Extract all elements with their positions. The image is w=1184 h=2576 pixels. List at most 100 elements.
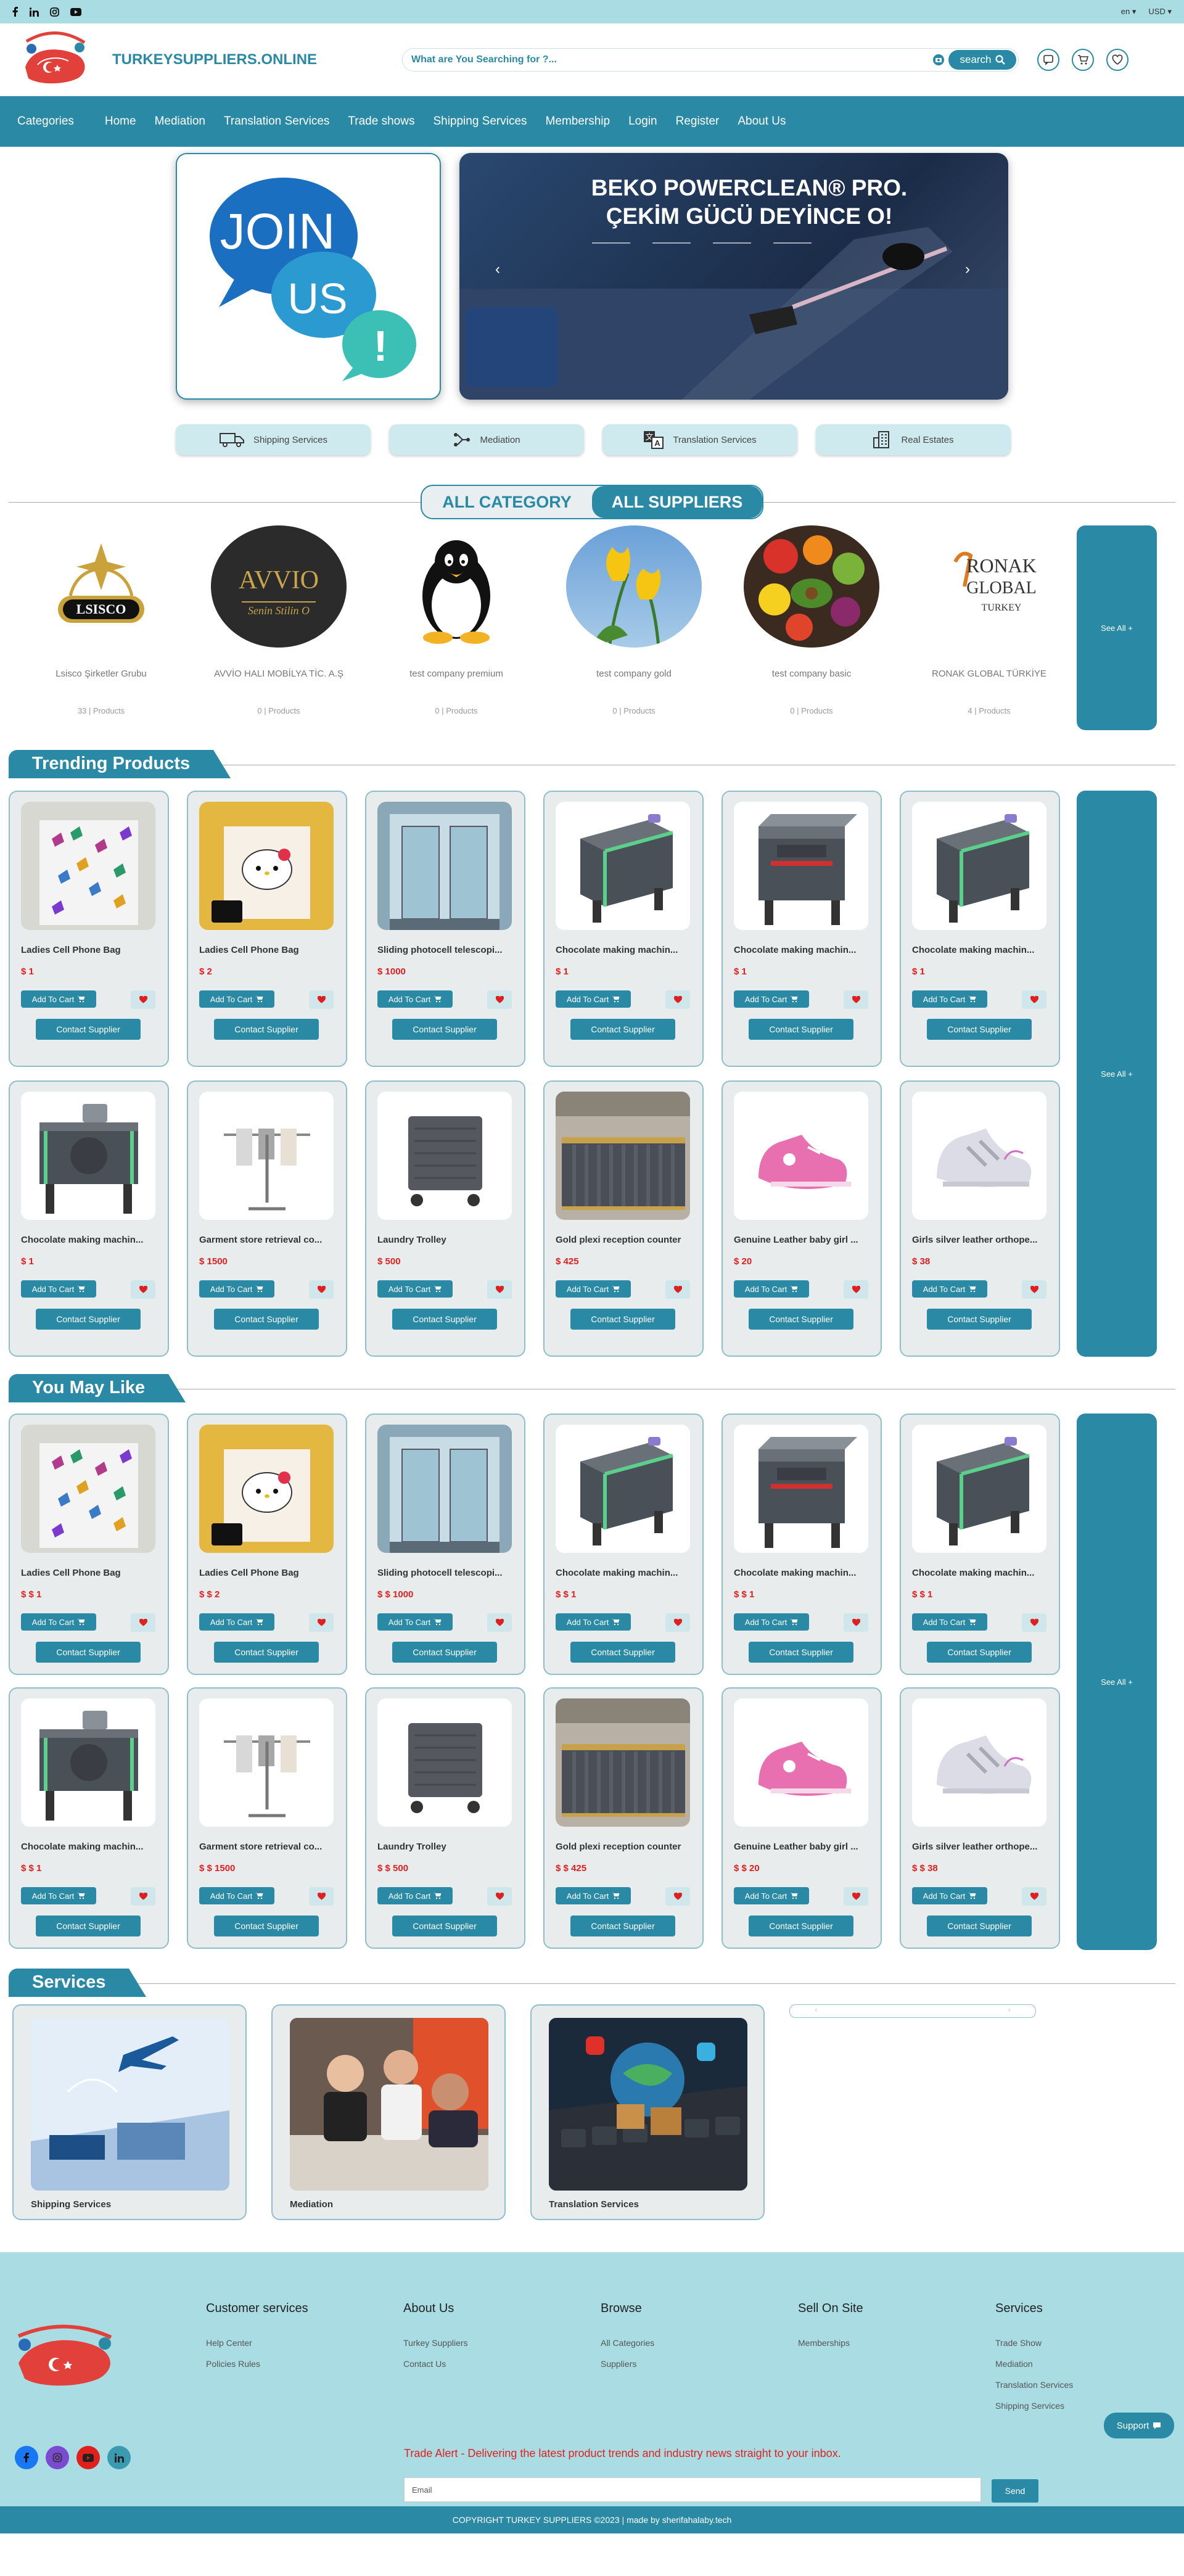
product-card[interactable]: Ladies Cell Phone Bag $ 1 Add To Cart Conta… xyxy=(9,791,169,1067)
product-card[interactable]: Chocolate making machin... $ $ 1 Add To Ca… xyxy=(543,1414,704,1675)
product-card[interactable]: Garment store retrieval co... $ 1500 Add T… xyxy=(187,1080,347,1357)
quick-real-estates-button[interactable]: Real Estates xyxy=(816,424,1011,455)
supplier-card[interactable]: test company gold 0 | Products xyxy=(545,525,723,733)
add-to-wishlist-button[interactable] xyxy=(131,990,155,1009)
product-card[interactable]: Gold plexi reception counter $ 425 Add To … xyxy=(543,1080,704,1357)
search-input[interactable] xyxy=(411,54,932,65)
nav-translation-services[interactable]: Translation Services xyxy=(224,115,329,128)
see-all-trending-button[interactable]: See All + xyxy=(1077,791,1157,1357)
product-name[interactable]: Girls silver leather orthope... xyxy=(912,1235,1046,1245)
add-to-cart-button[interactable]: Add To Cart xyxy=(556,1613,631,1631)
contact-supplier-button[interactable]: Contact Supplier xyxy=(749,1019,853,1040)
add-to-cart-button[interactable]: Add To Cart xyxy=(377,1613,453,1631)
product-card[interactable]: Ladies Cell Phone Bag $ $ 1 Add To Cart Con… xyxy=(9,1414,169,1675)
product-card[interactable]: Gold plexi reception counter $ $ 425 Add T… xyxy=(543,1687,704,1949)
contact-supplier-button[interactable]: Contact Supplier xyxy=(570,1916,675,1936)
footer-link-all-categories[interactable]: All Categories xyxy=(601,2338,798,2348)
add-to-cart-button[interactable]: Add To Cart xyxy=(734,990,809,1008)
add-to-wishlist-button[interactable] xyxy=(844,1613,868,1632)
contact-supplier-button[interactable]: Contact Supplier xyxy=(214,1916,319,1936)
add-to-wishlist-button[interactable] xyxy=(665,1613,690,1632)
contact-supplier-button[interactable]: Contact Supplier xyxy=(36,1916,141,1936)
product-card[interactable]: Ladies Cell Phone Bag $ 2 Add To Cart Conta… xyxy=(187,791,347,1067)
product-image[interactable] xyxy=(21,1698,155,1827)
product-name[interactable]: Laundry Trolley xyxy=(377,1235,512,1245)
contact-supplier-button[interactable]: Contact Supplier xyxy=(36,1642,141,1663)
product-name[interactable]: Chocolate making machin... xyxy=(912,1568,1046,1578)
add-to-wishlist-button[interactable] xyxy=(131,1280,155,1299)
add-to-cart-button[interactable]: Add To Cart xyxy=(199,1887,274,1904)
product-card[interactable]: Laundry Trolley $ $ 500 Add To Cart Contact… xyxy=(365,1687,525,1949)
product-card[interactable]: Ladies Cell Phone Bag $ $ 2 Add To Cart Con… xyxy=(187,1414,347,1675)
services-slider-control[interactable]: ‹ › xyxy=(789,2004,1036,2018)
contact-supplier-button[interactable]: Contact Supplier xyxy=(570,1309,675,1330)
add-to-wishlist-button[interactable] xyxy=(487,1280,512,1299)
add-to-cart-button[interactable]: Add To Cart xyxy=(199,1613,274,1631)
add-to-cart-button[interactable]: Add To Cart xyxy=(912,1280,987,1298)
product-image[interactable] xyxy=(912,1698,1046,1827)
product-image[interactable] xyxy=(377,1698,512,1827)
contact-supplier-button[interactable]: Contact Supplier xyxy=(392,1309,497,1330)
currency-select[interactable]: USD ▾ xyxy=(1148,7,1172,17)
add-to-cart-button[interactable]: Add To Cart xyxy=(21,990,96,1008)
add-to-wishlist-button[interactable] xyxy=(309,1280,334,1299)
product-image[interactable] xyxy=(912,802,1046,930)
messages-icon[interactable] xyxy=(1037,48,1059,71)
product-image[interactable] xyxy=(734,1092,868,1220)
wishlist-heart-icon[interactable] xyxy=(1106,48,1128,71)
footer-link-contact-us[interactable]: Contact Us xyxy=(403,2359,601,2369)
nav-register[interactable]: Register xyxy=(676,115,720,128)
add-to-wishlist-button[interactable] xyxy=(487,990,512,1009)
product-name[interactable]: Ladies Cell Phone Bag xyxy=(21,945,155,955)
add-to-wishlist-button[interactable] xyxy=(487,1887,512,1906)
product-name[interactable]: Garment store retrieval co... xyxy=(199,1235,334,1245)
search-button[interactable]: search xyxy=(948,49,1016,70)
contact-supplier-button[interactable]: Contact Supplier xyxy=(392,1916,497,1936)
footer-linkedin-icon[interactable] xyxy=(107,2446,131,2469)
add-to-wishlist-button[interactable] xyxy=(1022,990,1046,1009)
see-all-you-may-like-button[interactable]: See All + xyxy=(1077,1414,1157,1950)
supplier-card[interactable]: RONAK GLOBAL TURKEY RONAK GLOBAL TÜRKİYE 4… xyxy=(900,525,1078,733)
quick-shipping-button[interactable]: Shipping Services xyxy=(176,424,371,455)
add-to-cart-button[interactable]: Add To Cart xyxy=(21,1887,96,1904)
supplier-card[interactable]: LSISCO Lsisco Şirketler Grubu 33 | Produ… xyxy=(12,525,190,733)
product-name[interactable]: Genuine Leather baby girl ... xyxy=(734,1235,868,1245)
contact-supplier-button[interactable]: Contact Supplier xyxy=(927,1309,1032,1330)
service-card-mediation[interactable]: Mediation xyxy=(271,2004,506,2220)
add-to-wishlist-button[interactable] xyxy=(309,1887,334,1906)
add-to-wishlist-button[interactable] xyxy=(1022,1280,1046,1299)
linkedin-icon[interactable] xyxy=(30,7,39,17)
product-name[interactable]: Chocolate making machin... xyxy=(734,945,868,955)
product-card[interactable]: Chocolate making machin... $ 1 Add To Cart… xyxy=(900,791,1060,1067)
add-to-cart-button[interactable]: Add To Cart xyxy=(377,1887,453,1904)
contact-supplier-button[interactable]: Contact Supplier xyxy=(749,1642,853,1663)
add-to-cart-button[interactable]: Add To Cart xyxy=(199,990,274,1008)
add-to-cart-button[interactable]: Add To Cart xyxy=(734,1613,809,1631)
product-image[interactable] xyxy=(556,1092,690,1220)
product-card[interactable]: Chocolate making machin... $ 1 Add To Cart… xyxy=(543,791,704,1067)
product-image[interactable] xyxy=(21,1425,155,1553)
footer-youtube-icon[interactable] xyxy=(76,2446,100,2469)
footer-link-help-center[interactable]: Help Center xyxy=(206,2338,403,2348)
add-to-wishlist-button[interactable] xyxy=(487,1613,512,1632)
contact-supplier-button[interactable]: Contact Supplier xyxy=(214,1309,319,1330)
product-card[interactable]: Sliding photocell telescopi... $ 1000 Add … xyxy=(365,791,525,1067)
add-to-wishlist-button[interactable] xyxy=(665,1887,690,1906)
product-name[interactable]: Chocolate making machin... xyxy=(734,1568,868,1578)
add-to-wishlist-button[interactable] xyxy=(1022,1887,1046,1906)
product-name[interactable]: Ladies Cell Phone Bag xyxy=(199,1568,334,1578)
contact-supplier-button[interactable]: Contact Supplier xyxy=(927,1019,1032,1040)
product-name[interactable]: Chocolate making machin... xyxy=(912,945,1046,955)
product-image[interactable] xyxy=(556,1698,690,1827)
service-card-shipping[interactable]: Shipping Services xyxy=(12,2004,247,2220)
slider-prev-icon[interactable]: ‹ xyxy=(815,2005,817,2017)
contact-supplier-button[interactable]: Contact Supplier xyxy=(570,1642,675,1663)
footer-link-suppliers[interactable]: Suppliers xyxy=(601,2359,798,2369)
product-image[interactable] xyxy=(21,1092,155,1220)
footer-link-translation[interactable]: Translation Services xyxy=(995,2380,1119,2390)
tab-all-suppliers[interactable]: ALL SUPPLIERS xyxy=(592,486,762,518)
product-image[interactable] xyxy=(199,1092,334,1220)
product-name[interactable]: Genuine Leather baby girl ... xyxy=(734,1841,868,1852)
footer-link-memberships[interactable]: Memberships xyxy=(798,2338,995,2348)
footer-link-mediation[interactable]: Mediation xyxy=(995,2359,1119,2369)
